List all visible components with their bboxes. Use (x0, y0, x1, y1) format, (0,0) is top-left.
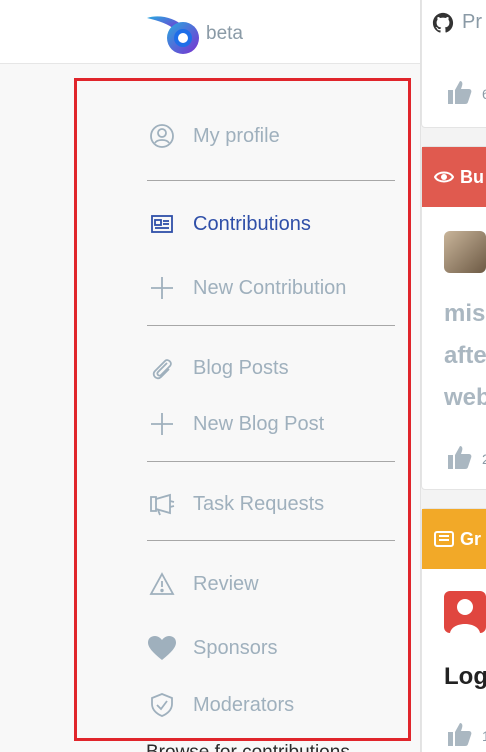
sidebar-item-label: Task Requests (193, 492, 325, 515)
sidebar-menu: My profile Contributions New Contributio… (74, 78, 411, 741)
sidebar-item-label: New Contribution (193, 276, 347, 299)
avatar[interactable] (444, 591, 486, 633)
user-circle-icon (147, 121, 177, 151)
card-header-label: Bu (460, 166, 484, 187)
megaphone-icon (147, 489, 177, 519)
like-count: 6 (482, 86, 486, 102)
sidebar-item-label: Contributions (193, 212, 311, 235)
eye-icon (434, 171, 454, 183)
feed-card[interactable]: Pr 6 (421, 0, 486, 128)
paperclip-icon (147, 353, 177, 383)
divider (147, 540, 395, 541)
beta-label: beta (206, 23, 243, 44)
sidebar-item-label: New Blog Post (193, 412, 325, 435)
card-header-label: Gr (460, 528, 482, 549)
heart-icon (147, 633, 177, 663)
content-feed: Pr 6 Bu mis afte web 2 (420, 0, 486, 752)
sidebar-item-label: Moderators (193, 693, 295, 716)
sidebar-item-new-blog-post[interactable]: New Blog Post (147, 406, 324, 442)
sidebar-item-label: Review (193, 572, 259, 595)
like-count: 2 (482, 451, 486, 467)
sidebar-item-review[interactable]: Review (147, 566, 259, 602)
card-header: Gr (422, 509, 486, 569)
card-text: mis (444, 300, 486, 327)
sidebar-item-label: Sponsors (193, 636, 278, 659)
thumbs-up-icon[interactable] (446, 444, 472, 470)
newspaper-icon (147, 209, 177, 239)
plus-icon (147, 409, 177, 439)
sidebar-item-sponsors[interactable]: Sponsors (147, 630, 278, 666)
footer-text: Browse for contributions (146, 742, 350, 752)
site-logo[interactable] (145, 12, 201, 56)
sidebar-item-task-requests[interactable]: Task Requests (147, 486, 324, 522)
sidebar-item-contributions[interactable]: Contributions (147, 206, 311, 242)
feed-card[interactable]: Gr Log 1 (421, 508, 486, 752)
thumbs-up-icon[interactable] (446, 721, 472, 747)
card-header: Bu (422, 147, 486, 207)
shield-check-icon (147, 690, 177, 720)
sidebar-item-label: My profile (193, 124, 280, 147)
plus-icon (147, 273, 177, 303)
card-title: Log (444, 663, 486, 690)
avatar[interactable] (444, 231, 486, 273)
feed-card[interactable]: Bu mis afte web 2 (421, 146, 486, 490)
like-count: 1 (482, 728, 486, 744)
top-header: beta (0, 0, 420, 64)
divider (147, 461, 395, 462)
page: beta My profile Contributions New Contri… (0, 0, 486, 752)
github-label: Pr (462, 11, 482, 33)
warning-icon (147, 569, 177, 599)
divider (147, 180, 395, 181)
sidebar-item-new-contribution[interactable]: New Contribution (147, 270, 346, 306)
thumbs-up-icon[interactable] (446, 79, 472, 105)
sidebar-item-moderators[interactable]: Moderators (147, 687, 294, 723)
sidebar-item-blog-posts[interactable]: Blog Posts (147, 350, 289, 386)
sidebar-item-label: Blog Posts (193, 356, 289, 379)
list-icon (434, 531, 454, 547)
github-link[interactable]: Pr (432, 11, 482, 34)
divider (147, 325, 395, 326)
github-icon (432, 12, 454, 33)
card-text: web (444, 384, 486, 411)
card-text: afte (444, 342, 486, 369)
sidebar-item-my-profile[interactable]: My profile (147, 118, 280, 154)
